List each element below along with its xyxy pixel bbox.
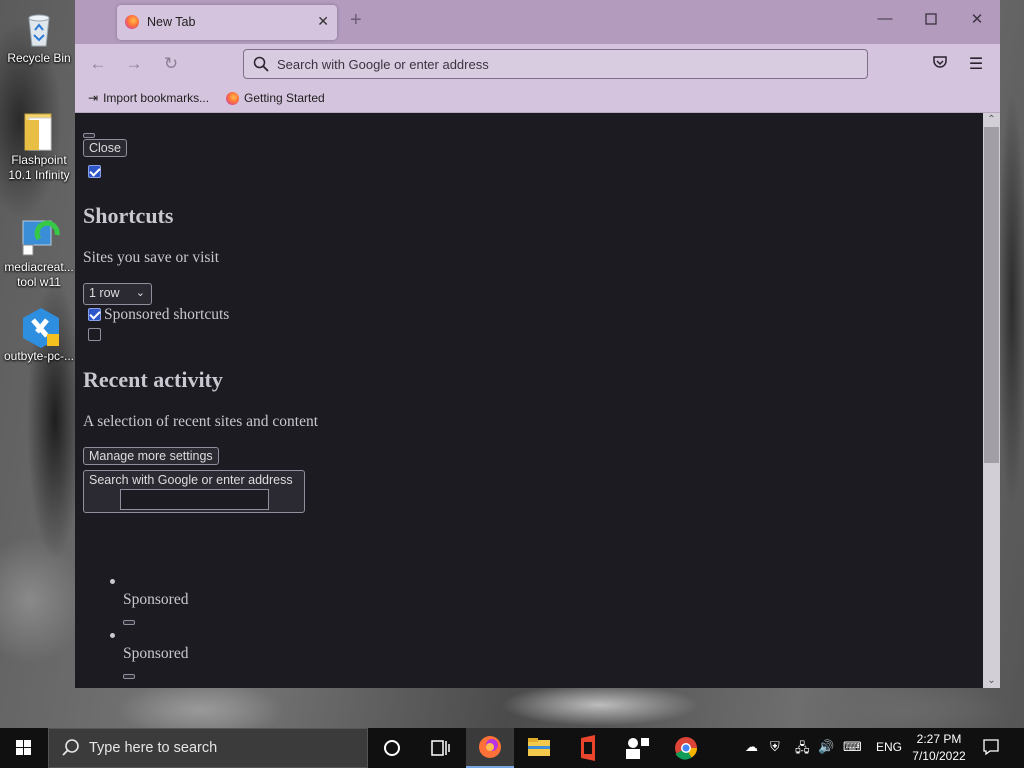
back-arrow-icon[interactable]: ← [87,54,109,74]
desktop-icon-mediacreationtool[interactable]: mediacreat... tool w11 [1,217,77,290]
window-close-icon[interactable]: ✕ [967,10,987,28]
office-icon[interactable] [564,728,612,768]
pocket-icon[interactable] [930,54,950,74]
list-item: Sponsored [123,645,189,662]
desktop-icon-outbyte[interactable]: outbyte-pc-... [1,306,77,364]
windows-logo-icon [16,740,31,755]
list-bullet [110,633,115,638]
scroll-up-icon[interactable]: ⌃ [983,113,1000,127]
system-clock[interactable]: 2:27 PM 7/10/2022 [905,731,973,765]
manage-settings-button[interactable]: Manage more settings [83,447,219,465]
scroll-down-icon[interactable]: ⌄ [983,674,1000,688]
chrome-icon[interactable] [662,728,710,768]
unlabeled-button[interactable] [123,674,135,679]
chevron-down-icon: ⌄ [135,287,145,299]
tab-close-icon[interactable]: ✕ [317,13,329,30]
sponsored-shortcuts-label: Sponsored shortcuts [104,306,230,323]
media-creation-tool-icon [19,217,60,257]
onedrive-offline-icon[interactable]: ☁ [745,739,758,755]
taskbar-search-placeholder: Type here to search [89,740,218,756]
minimize-icon[interactable]: — [875,10,895,27]
shortcuts-heading: Shortcuts [83,203,174,228]
navigation-toolbar: ← → ↻ Search with Google or enter addres… [75,44,1000,86]
list-bullet [110,579,115,584]
recent-activity-description: A selection of recent sites and content [83,413,319,430]
search-box-label: Search with Google or enter address [89,473,293,487]
desktop-icon-label: Recycle Bin [7,51,71,65]
volume-icon[interactable]: 🔊 [818,739,834,755]
scrollbar-thumb[interactable] [984,127,999,463]
windows-taskbar: Type here to search ☁ ⛨ 🖧 🔊 ⌨ ENG 2:27 P… [0,728,1024,768]
hamburger-menu-icon[interactable]: ☰ [966,54,986,74]
search-icon [253,56,269,72]
desktop-icon-label: Flashpoint 10.1 Infinity [8,153,70,182]
desktop-icon-label: mediacreat... tool w11 [4,260,74,289]
clock-time: 2:27 PM [916,732,962,746]
firefox-taskbar-icon[interactable] [466,728,514,768]
language-indicator[interactable]: ENG [876,740,902,754]
list-item: Sponsored [123,591,189,608]
bookmarks-toolbar: ⇥ Import bookmarks... Getting Started [75,86,1000,113]
desktop-icon-label: outbyte-pc-... [3,349,75,363]
search-box[interactable]: Search with Google or enter address [83,470,305,513]
firefox-window: New Tab ✕ + — ✕ ← → ↻ Search with Google… [75,0,1000,688]
firefox-favicon-icon [125,15,139,29]
url-bar[interactable]: Search with Google or enter address [243,49,868,79]
tab-new-tab[interactable]: New Tab ✕ [117,5,337,40]
maximize-icon[interactable] [921,12,941,29]
shortcuts-description: Sites you save or visit [83,249,220,266]
bookmark-import[interactable]: ⇥ Import bookmarks... [88,91,209,105]
start-button[interactable] [0,728,48,768]
bookmark-label: Import bookmarks... [103,91,210,105]
firefox-favicon-icon [226,91,239,105]
network-icon[interactable]: 🖧 [795,739,810,761]
people-app-icon[interactable] [613,728,661,768]
clock-date: 7/10/2022 [912,749,966,763]
recent-activity-heading: Recent activity [83,367,223,392]
url-bar-placeholder: Search with Google or enter address [277,57,489,72]
bookmark-label: Getting Started [244,91,325,105]
bookmark-getting-started[interactable]: Getting Started [226,91,325,105]
folder-icon [19,110,59,151]
security-shield-icon[interactable]: ⛨ [770,739,780,755]
unlabeled-checkbox[interactable] [88,328,101,341]
reload-icon[interactable]: ↻ [160,54,182,74]
close-button[interactable]: Close [83,139,127,157]
new-tab-page: Close Shortcuts Sites you save or visit … [75,113,983,688]
tab-title: New Tab [147,15,196,29]
select-value: 1 row [89,286,120,300]
outbyte-icon [19,306,59,348]
cortana-icon[interactable] [368,728,416,768]
desktop-icon-flashpoint[interactable]: Flashpoint 10.1 Infinity [1,110,77,183]
keyboard-icon[interactable]: ⌨ [843,739,862,755]
page-scrollbar[interactable]: ⌃ ⌄ [983,113,1000,688]
task-view-icon[interactable] [416,728,464,768]
sponsored-shortcuts-checkbox[interactable] [88,308,101,321]
recycle-bin-icon [19,8,59,48]
taskbar-search-box[interactable]: Type here to search [48,728,368,768]
search-input[interactable] [120,489,269,510]
forward-arrow-icon[interactable]: → [123,54,145,74]
unlabeled-button[interactable] [83,133,95,138]
file-explorer-icon[interactable] [515,728,563,768]
tab-bar: New Tab ✕ + — ✕ [75,0,1000,44]
search-icon [61,738,81,762]
notification-center-icon[interactable] [982,738,1000,759]
shortcut-rows-select[interactable]: 1 row ⌄ [83,283,152,305]
new-tab-plus-icon[interactable]: + [350,9,362,32]
checkbox-top[interactable] [88,165,101,178]
import-icon: ⇥ [88,91,99,105]
desktop-icon-recycle-bin[interactable]: Recycle Bin [1,8,77,66]
unlabeled-button[interactable] [123,620,135,625]
